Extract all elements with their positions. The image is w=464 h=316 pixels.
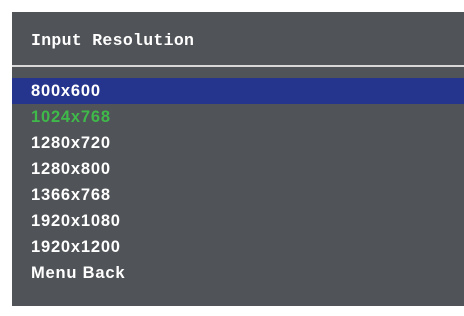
option-1024x768[interactable]: 1024x768: [12, 104, 464, 130]
option-1280x800[interactable]: 1280x800: [12, 156, 464, 182]
menu-title: Input Resolution: [31, 31, 195, 50]
menu-back-button[interactable]: Menu Back: [12, 260, 464, 286]
option-1366x768[interactable]: 1366x768: [12, 182, 464, 208]
option-1920x1080[interactable]: 1920x1080: [12, 208, 464, 234]
header-divider: [12, 65, 464, 67]
osd-menu-panel: Input Resolution 800x600 1024x768 1280x7…: [12, 12, 464, 306]
resolution-options-list: 800x600 1024x768 1280x720 1280x800 1366x…: [12, 78, 464, 286]
option-1920x1200[interactable]: 1920x1200: [12, 234, 464, 260]
option-800x600[interactable]: 800x600: [12, 78, 464, 104]
menu-header: Input Resolution: [12, 12, 464, 66]
option-1280x720[interactable]: 1280x720: [12, 130, 464, 156]
